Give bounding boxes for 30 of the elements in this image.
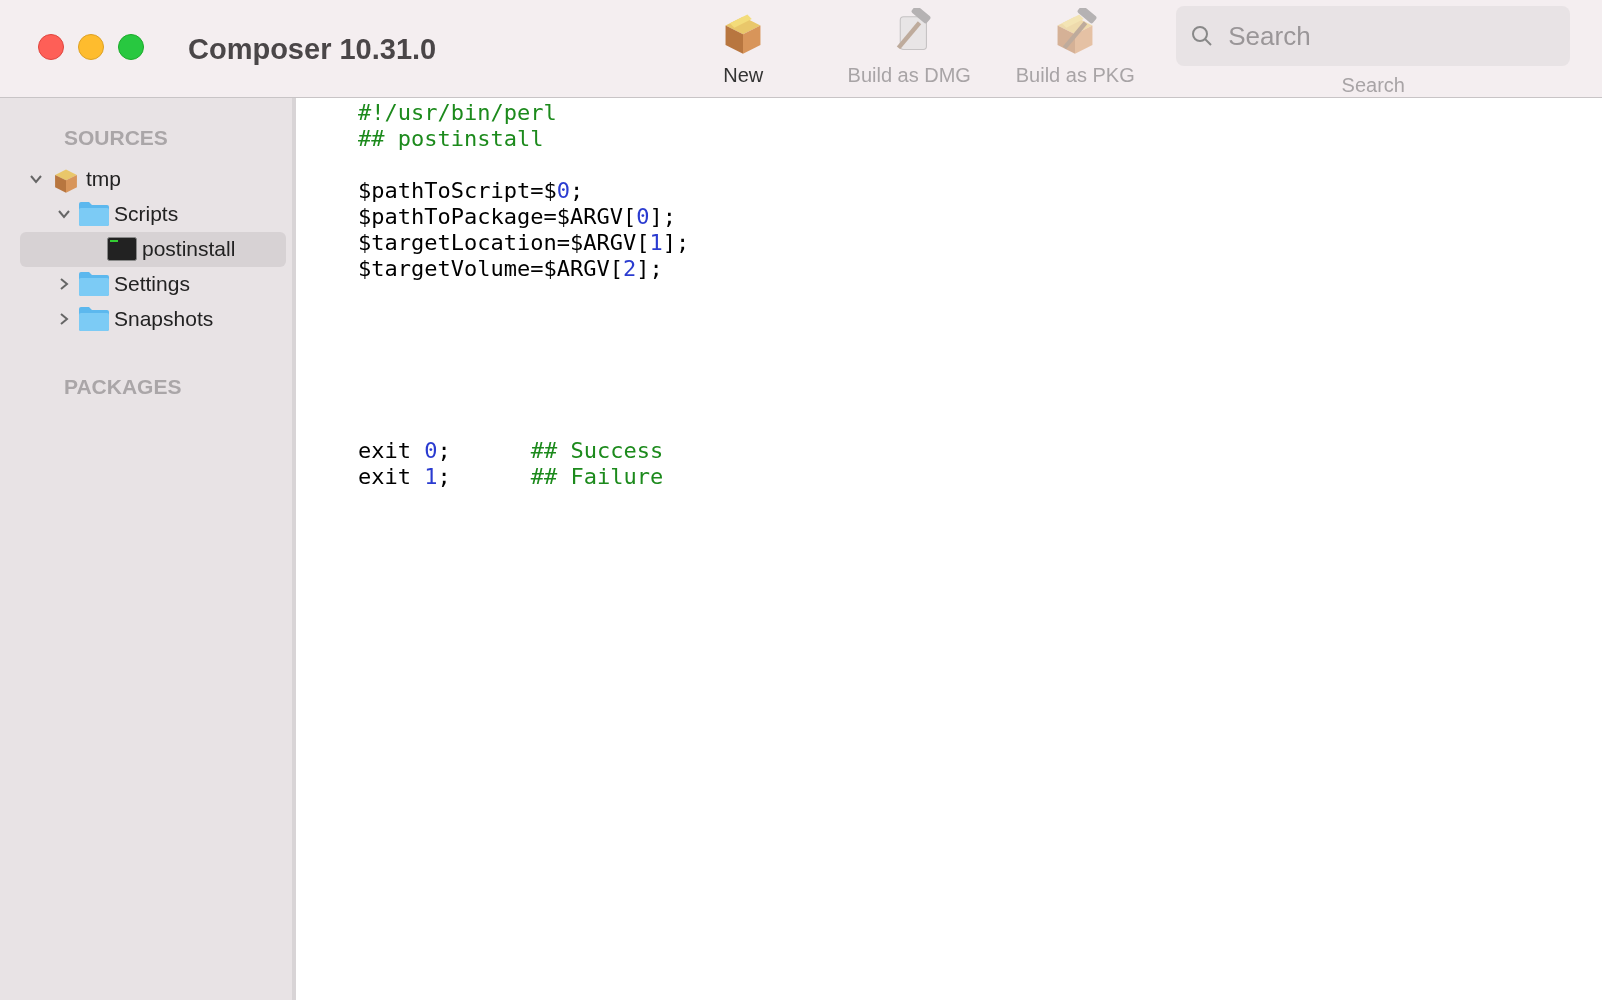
zoom-button[interactable]: [118, 34, 144, 60]
code-line: $pathToScript=$0;: [358, 178, 584, 204]
folder-icon: [78, 271, 110, 297]
tree-row[interactable]: postinstall: [20, 231, 286, 267]
code-line: $targetVolume=$ARGV[2];: [358, 256, 663, 282]
tree-label: tmp: [86, 166, 121, 193]
tree-row[interactable]: Snapshots: [20, 301, 286, 337]
tree-row[interactable]: Settings: [20, 266, 286, 302]
tree-label: Scripts: [114, 201, 179, 228]
code-line: exit 1; ## Failure: [358, 464, 664, 490]
terminal-icon: [107, 237, 137, 261]
section-header: PACKAGES: [64, 373, 183, 400]
search-label: Search: [1341, 73, 1405, 98]
folder-icon: [78, 201, 110, 227]
close-button[interactable]: [38, 34, 64, 60]
code-line: $targetLocation=$ARGV[1];: [358, 230, 690, 256]
code-line: $pathToPackage=$ARGV[0];: [358, 204, 676, 230]
tree-row[interactable]: Scripts: [20, 196, 286, 232]
code-line: #!/usr/bin/perl: [358, 100, 557, 126]
tree-row[interactable]: tmp: [20, 161, 286, 197]
toolbar-button[interactable]: New: [660, 8, 827, 90]
folder-icon: [78, 306, 110, 332]
window-title: Composer 10.31.0: [188, 32, 437, 67]
code-line: ## postinstall: [358, 126, 544, 152]
code-line: exit 0; ## Success: [358, 438, 664, 464]
search-field[interactable]: Search: [1176, 6, 1571, 66]
tree-label: postinstall: [142, 236, 236, 263]
section-header: SOURCES: [64, 125, 169, 151]
tree-label: Settings: [114, 271, 190, 298]
tree-label: Snapshots: [114, 306, 214, 333]
